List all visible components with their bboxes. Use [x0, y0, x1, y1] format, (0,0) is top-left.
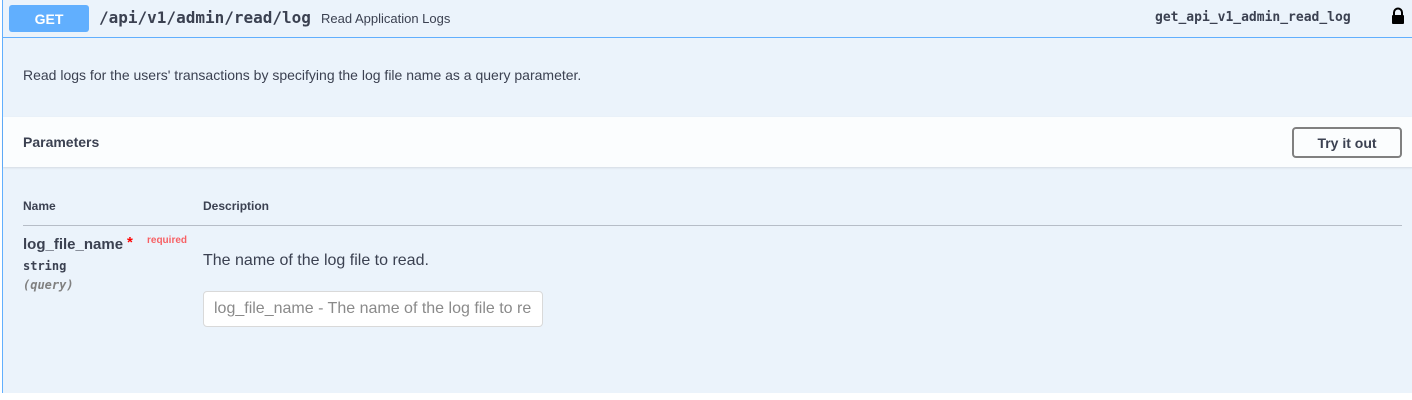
parameters-header: Parameters Try it out [3, 117, 1412, 167]
endpoint-path[interactable]: /api/v1/admin/read/log [99, 8, 311, 27]
parameter-name-text: log_file_name [23, 236, 124, 253]
column-header-name: Name [23, 199, 56, 213]
column-header-description: Description [203, 199, 270, 213]
http-method-badge[interactable]: GET [9, 5, 89, 32]
parameters-title: Parameters [23, 134, 100, 150]
lock-icon[interactable] [1390, 7, 1406, 25]
parameter-location: (query) [23, 278, 74, 292]
operation-id: get_api_v1_admin_read_log [1155, 10, 1351, 25]
table-divider [23, 225, 1402, 226]
operation-summary[interactable]: GET /api/v1/admin/read/log Read Applicat… [3, 0, 1412, 38]
operation-block: GET /api/v1/admin/read/log Read Applicat… [2, 0, 1412, 393]
parameter-type: string [23, 259, 67, 273]
try-it-out-button[interactable]: Try it out [1292, 127, 1402, 158]
required-label: required [147, 235, 188, 246]
operation-description: Read logs for the users' transactions by… [23, 67, 582, 83]
operation-summary-text[interactable]: Read Application Logs [321, 11, 450, 26]
log-file-name-input[interactable] [203, 291, 543, 327]
parameter-description: The name of the log file to read. [203, 252, 429, 269]
required-star: * [127, 234, 133, 251]
parameter-name: log_file_name * [23, 234, 133, 253]
